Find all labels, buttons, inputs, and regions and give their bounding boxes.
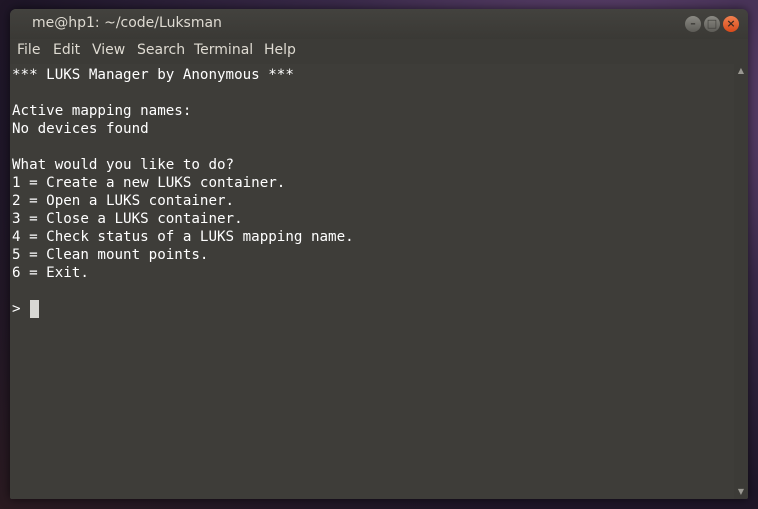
menu-help[interactable]: Help — [264, 42, 296, 58]
menu-edit[interactable]: Edit — [53, 42, 80, 58]
terminal-line: Active mapping names: — [12, 103, 192, 119]
terminal-output[interactable]: *** LUKS Manager by Anonymous *** Active… — [10, 64, 734, 499]
prompt: > — [12, 301, 21, 317]
menu-terminal[interactable]: Terminal — [194, 42, 253, 58]
minimize-button[interactable]: – — [685, 16, 701, 32]
text-cursor — [30, 300, 39, 318]
terminal-line: What would you like to do? — [12, 157, 235, 173]
scroll-up-icon[interactable]: ▲ — [734, 64, 748, 78]
scrollbar[interactable]: ▲ ▼ — [734, 64, 748, 499]
scroll-down-icon[interactable]: ▼ — [734, 485, 748, 499]
terminal-line: 5 = Clean mount points. — [12, 247, 209, 263]
terminal-line: 1 = Create a new LUKS container. — [12, 175, 286, 191]
maximize-button[interactable]: □ — [704, 16, 720, 32]
menu-view[interactable]: View — [92, 42, 125, 58]
title-bar[interactable]: me@hp1: ~/code/Luksman – □ × — [10, 9, 748, 39]
window-title: me@hp1: ~/code/Luksman — [32, 15, 222, 31]
menu-bar: File Edit View Search Terminal Help — [10, 39, 748, 64]
close-button[interactable]: × — [723, 16, 739, 32]
terminal-line: 3 = Close a LUKS container. — [12, 211, 243, 227]
terminal-line: No devices found — [12, 121, 149, 137]
menu-search[interactable]: Search — [137, 42, 185, 58]
terminal-line: 6 = Exit. — [12, 265, 89, 281]
terminal-line: 2 = Open a LUKS container. — [12, 193, 235, 209]
terminal-line: *** LUKS Manager by Anonymous *** — [12, 67, 294, 83]
terminal-line: 4 = Check status of a LUKS mapping name. — [12, 229, 354, 245]
menu-file[interactable]: File — [17, 42, 40, 58]
terminal-window: me@hp1: ~/code/Luksman – □ × File Edit V… — [10, 9, 748, 499]
